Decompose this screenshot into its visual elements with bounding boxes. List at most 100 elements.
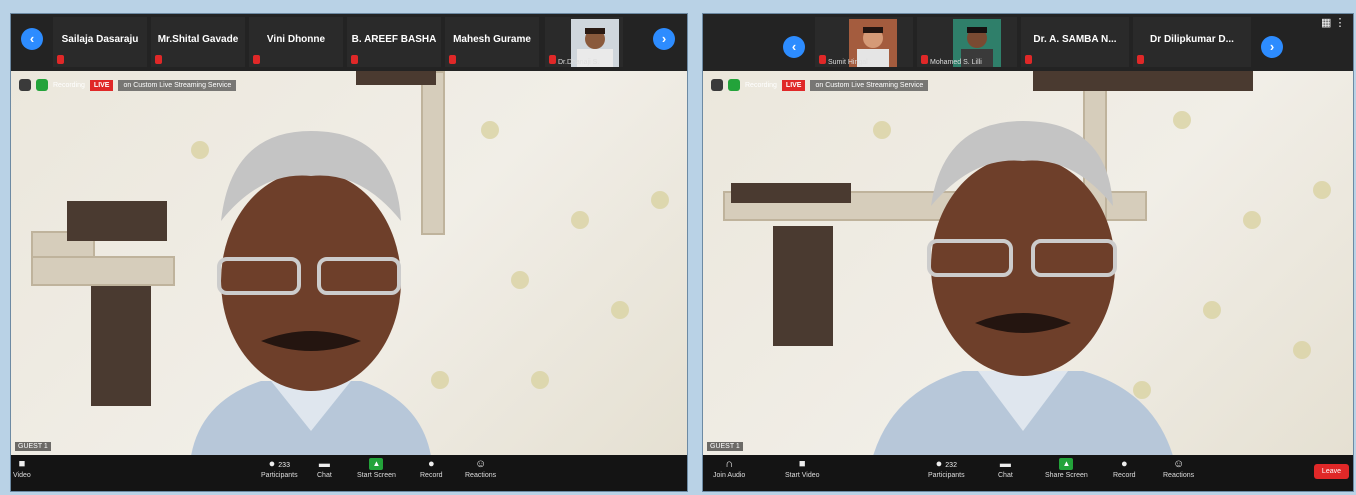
live-badge: LIVE bbox=[89, 79, 114, 91]
share-screen-icon: ▲ bbox=[369, 458, 384, 470]
reactions-icon: ☺ bbox=[474, 458, 487, 470]
share-screen-button[interactable]: ▲ Share Screen bbox=[1045, 458, 1088, 479]
wall-shelf bbox=[1033, 71, 1253, 91]
gallery-view-icon[interactable] bbox=[711, 79, 723, 91]
speaker bbox=[873, 121, 1173, 455]
wallpaper-dot bbox=[1313, 181, 1331, 199]
record-button[interactable]: ● Record bbox=[420, 458, 443, 479]
video-button[interactable]: ■ Video bbox=[13, 458, 31, 479]
participant-tile[interactable]: B. AREEF BASHA bbox=[347, 17, 441, 67]
wall-shelf bbox=[91, 286, 151, 406]
security-icon[interactable] bbox=[728, 79, 740, 91]
start-video-label: Start Video bbox=[785, 472, 820, 479]
video-label: Video bbox=[13, 472, 31, 479]
chevron-left-icon[interactable]: ‹ bbox=[783, 36, 805, 58]
chevron-left-icon[interactable]: ‹ bbox=[21, 28, 43, 50]
chevron-right-icon[interactable]: › bbox=[653, 28, 675, 50]
participant-tile[interactable]: Mr.Shital Gavade bbox=[151, 17, 245, 67]
reactions-label: Reactions bbox=[1163, 472, 1195, 479]
mic-muted-icon bbox=[155, 55, 162, 64]
chevron-right-icon[interactable]: › bbox=[1261, 36, 1283, 58]
recording-status: Recording LIVE on Custom Live Streaming … bbox=[711, 79, 929, 91]
reactions-button[interactable]: ☺ Reactions bbox=[465, 458, 496, 479]
participant-tile[interactable]: Dr. A. SAMBA N... bbox=[1021, 17, 1129, 67]
wall-shelf bbox=[67, 201, 167, 241]
wall-shelf bbox=[773, 226, 833, 346]
mic-muted-icon bbox=[1025, 55, 1032, 64]
wallpaper-dot bbox=[651, 191, 669, 209]
participant-tile[interactable]: Sumit Hingal bbox=[815, 17, 913, 67]
chat-label: Chat bbox=[317, 472, 332, 479]
participants-button[interactable]: ● 232 Participants bbox=[928, 458, 965, 479]
wall-shelf bbox=[356, 71, 436, 85]
mic-muted-icon bbox=[819, 55, 826, 64]
wallpaper-dot bbox=[531, 371, 549, 389]
share-screen-icon: ▲ bbox=[1059, 458, 1074, 470]
participant-tile[interactable]: Mahesh Gurame bbox=[445, 17, 539, 67]
participant-tile[interactable]: Dr.Dhanaji S. bbox=[545, 17, 623, 67]
reactions-icon: ☺ bbox=[1172, 458, 1185, 470]
wallpaper-dot bbox=[511, 271, 529, 289]
video-icon: ■ bbox=[18, 458, 26, 470]
participant-name: Dr Dilipkumar D... bbox=[1150, 34, 1234, 45]
mic-muted-icon bbox=[921, 55, 928, 64]
share-screen-label: Share Screen bbox=[1045, 472, 1088, 479]
record-label: Record bbox=[420, 472, 443, 479]
stream-dropdown[interactable]: on Custom Live Streaming Service bbox=[810, 79, 929, 91]
participant-tile[interactable]: Vini Dhonne bbox=[249, 17, 343, 67]
right-meeting-window: ‹ Sumit Hingal Mohamed S. Lilli Dr. A. S… bbox=[702, 13, 1354, 492]
recording-label: Recording bbox=[745, 81, 777, 89]
chat-icon: ▬ bbox=[999, 458, 1011, 470]
participants-button[interactable]: ● 233 Participants bbox=[261, 458, 298, 479]
record-icon: ● bbox=[427, 458, 435, 470]
share-screen-label: Start Screen bbox=[357, 472, 396, 479]
recording-label: Recording bbox=[53, 81, 85, 89]
record-button[interactable]: ● Record bbox=[1113, 458, 1136, 479]
wallpaper-dot bbox=[1293, 341, 1311, 359]
mic-muted-icon bbox=[1137, 55, 1144, 64]
reactions-button[interactable]: ☺ Reactions bbox=[1163, 458, 1194, 479]
wall-shelf bbox=[31, 256, 175, 286]
participants-count: 232 bbox=[945, 462, 957, 469]
participant-strip: ‹ Sailaja Dasaraju Mr.Shital Gavade Vini… bbox=[11, 14, 687, 71]
wallpaper-dot bbox=[611, 301, 629, 319]
start-video-button[interactable]: ■ Start Video bbox=[785, 458, 820, 479]
headphones-icon: ∩ bbox=[725, 458, 734, 470]
participant-name: Mr.Shital Gavade bbox=[157, 34, 239, 45]
participants-count: 233 bbox=[278, 462, 290, 469]
participants-label: Participants bbox=[928, 472, 965, 479]
share-screen-button[interactable]: ▲ Start Screen bbox=[357, 458, 396, 479]
chat-icon: ▬ bbox=[318, 458, 330, 470]
participant-name: Dr. A. SAMBA N... bbox=[1033, 34, 1117, 45]
mic-muted-icon bbox=[549, 55, 556, 64]
security-icon[interactable] bbox=[36, 79, 48, 91]
active-speaker-video: Recording LIVE on Custom Live Streaming … bbox=[703, 71, 1353, 455]
participant-tile[interactable]: Sailaja Dasaraju bbox=[53, 17, 147, 67]
participant-tile[interactable]: Mohamed S. Lilli bbox=[917, 17, 1017, 67]
stream-dropdown[interactable]: on Custom Live Streaming Service bbox=[118, 79, 237, 91]
participants-icon: ● 233 bbox=[268, 458, 290, 470]
participant-name: Mahesh Gurame bbox=[453, 34, 531, 45]
participant-name: Vini Dhonne bbox=[266, 34, 326, 45]
participant-name: Dr.Dhanaji S. bbox=[558, 59, 600, 66]
gallery-view-icon[interactable]: ▦ ⋮ bbox=[1321, 16, 1345, 29]
live-badge: LIVE bbox=[781, 79, 806, 91]
speaker-name: GUEST 1 bbox=[707, 442, 743, 451]
participant-name: Mohamed S. Lilli bbox=[930, 59, 982, 66]
wallpaper-dot bbox=[1243, 211, 1261, 229]
participant-name: Sailaja Dasaraju bbox=[61, 34, 139, 45]
left-meeting-window: ‹ Sailaja Dasaraju Mr.Shital Gavade Vini… bbox=[10, 13, 688, 492]
participant-tile[interactable]: Dr Dilipkumar D... bbox=[1133, 17, 1251, 67]
gallery-view-icon[interactable] bbox=[19, 79, 31, 91]
active-speaker-video: Recording LIVE on Custom Live Streaming … bbox=[11, 71, 687, 455]
speaker bbox=[191, 131, 431, 455]
participant-name: B. AREEF BASHA bbox=[351, 34, 437, 45]
leave-button[interactable]: Leave bbox=[1313, 464, 1349, 479]
join-audio-button[interactable]: ∩ Join Audio bbox=[713, 458, 745, 479]
video-icon: ■ bbox=[798, 458, 806, 470]
chat-button[interactable]: ▬ Chat bbox=[998, 458, 1013, 479]
recording-status: Recording LIVE on Custom Live Streaming … bbox=[19, 79, 237, 91]
chat-button[interactable]: ▬ Chat bbox=[317, 458, 332, 479]
wallpaper-dot bbox=[571, 211, 589, 229]
wallpaper-dot bbox=[1203, 301, 1221, 319]
